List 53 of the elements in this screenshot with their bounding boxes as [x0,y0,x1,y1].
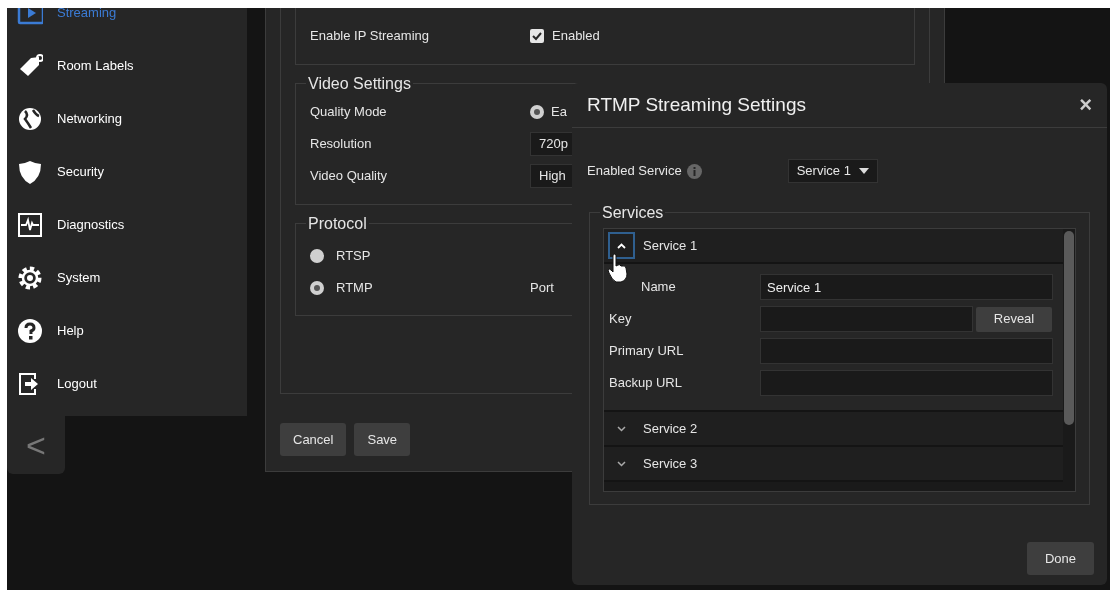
chevron-down-icon [617,460,626,467]
sidebar-item[interactable]: Networking [7,92,247,145]
sidebar-item[interactable]: System [7,251,247,304]
sidebar-item[interactable]: Security [7,145,247,198]
globe-icon [17,105,43,132]
field-label: Quality Mode [310,103,388,122]
close-button[interactable]: × [1079,94,1092,116]
sidebar-item[interactable]: Diagnostics [7,198,247,251]
radio-label: RTMP [336,279,374,298]
radio-label: RTSP [336,247,372,266]
done-button[interactable]: Done [1026,542,1094,575]
accordion-title: Service 3 [643,454,698,473]
checkbox-label: Enabled [552,27,600,46]
sidebar-item[interactable]: Logout [7,357,247,410]
scrollbar-thumb[interactable] [1064,231,1074,425]
field-label: Name [640,278,677,297]
chevron-up-icon [617,242,626,249]
pulse-icon [17,211,43,238]
field-label: Enabled Service [587,162,682,181]
text-field[interactable]: Service 1 [760,274,1053,300]
info-icon [686,163,702,179]
dialog-title: RTMP Streaming Settings [587,92,806,117]
action-button[interactable]: Save [354,423,411,456]
field-label: Video Quality [310,167,389,186]
text-field[interactable] [760,370,1053,396]
accordion-header[interactable]: Service 3 [604,447,1063,482]
field-label: Primary URL [609,342,685,361]
accordion-title: Service 2 [643,419,698,438]
sidebar-item[interactable]: Room Labels [7,39,247,92]
text-field[interactable] [760,338,1053,364]
action-button[interactable]: Cancel [280,423,347,456]
sidebar-item[interactable]: Streaming [7,8,247,39]
reveal-button[interactable]: Reveal [976,306,1052,332]
field-label: Resolution [310,135,373,154]
radio-button[interactable] [530,105,544,119]
accordion-header[interactable]: Service 2 [604,412,1063,447]
field-label: Port [530,279,554,298]
chevron-down-icon [617,425,626,432]
field-label: Backup URL [609,374,683,393]
radio-button[interactable] [310,281,324,295]
accordion-title: Service 1 [643,236,698,255]
checkbox[interactable] [530,29,544,43]
service-select[interactable]: Service 1 [787,159,878,183]
field-label: Enable IP Streaming [310,27,430,46]
radio-button[interactable] [310,249,324,263]
field-label: Key [609,310,633,329]
help-icon [17,317,43,344]
settings-icon [17,264,43,291]
sidebar-item[interactable]: Help [7,304,247,357]
caret-icon [858,168,869,174]
radio-label: Ea [551,103,567,122]
text-field[interactable] [760,306,973,332]
shield-icon [17,158,43,185]
